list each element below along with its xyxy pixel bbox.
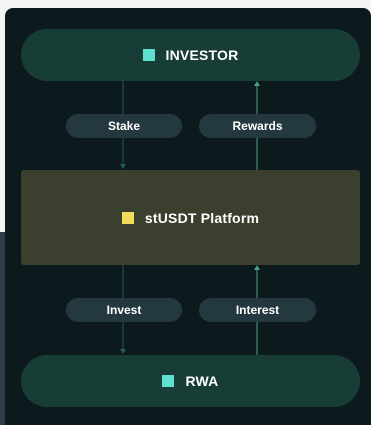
invest-arrowhead: [120, 349, 126, 354]
rwa-label: RWA: [185, 373, 219, 389]
rewards-label: Rewards: [199, 114, 316, 138]
investor-node: INVESTOR: [21, 29, 360, 81]
invest-label: Invest: [66, 298, 182, 322]
platform-square-icon: [121, 211, 134, 224]
investor-label: INVESTOR: [165, 47, 239, 63]
rwa-node: RWA: [21, 355, 360, 407]
stake-label: Stake: [66, 114, 182, 138]
interest-label: Interest: [199, 298, 316, 322]
platform-node: stUSDT Platform: [21, 170, 360, 265]
interest-arrowhead: [254, 265, 260, 270]
stake-arrowhead: [120, 164, 126, 169]
rewards-arrowhead: [254, 81, 260, 86]
investor-square-icon: [142, 49, 155, 61]
platform-label: stUSDT Platform: [144, 209, 260, 226]
rwa-square-icon: [162, 375, 175, 387]
